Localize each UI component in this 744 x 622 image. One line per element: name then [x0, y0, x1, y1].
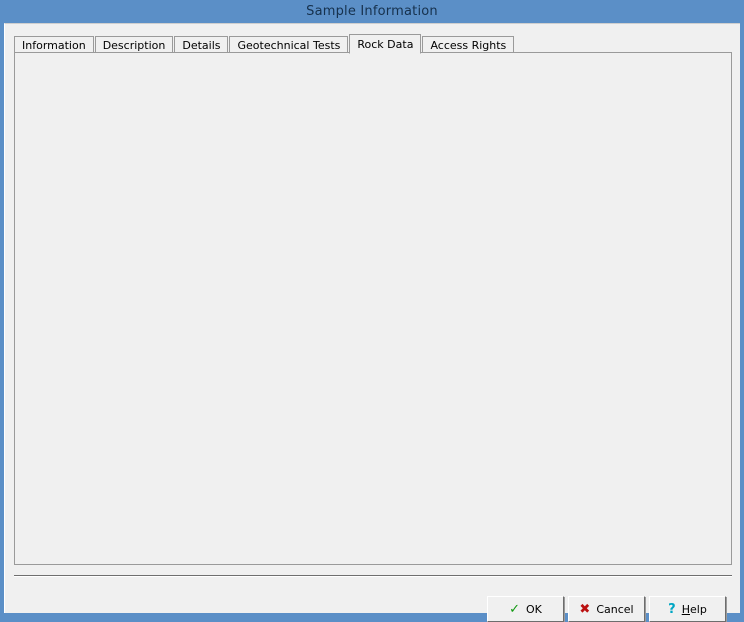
cancel-label: Cancel	[596, 603, 633, 616]
tab-label: Description	[103, 39, 166, 52]
tab-label: Access Rights	[430, 39, 506, 52]
help-button[interactable]: ? Help	[649, 596, 726, 622]
help-label-rest: elp	[690, 603, 707, 616]
question-mark-icon: ?	[668, 603, 676, 616]
tab-label: Geotechnical Tests	[237, 39, 340, 52]
dialog-body: Information Description Details Geotechn…	[4, 23, 740, 613]
window-title: Sample Information	[306, 4, 438, 19]
tab-information[interactable]: Information	[14, 36, 94, 53]
footer-separator	[14, 575, 732, 577]
close-icon: ✖	[579, 603, 590, 616]
tab-label: Information	[22, 39, 86, 52]
ok-button[interactable]: ✓ OK	[487, 596, 564, 622]
help-label-mnemonic: H	[682, 603, 690, 616]
tab-strip: Information Description Details Geotechn…	[14, 34, 515, 53]
tab-panel-rock-data	[14, 52, 732, 565]
tab-label: Details	[182, 39, 220, 52]
help-label: Help	[682, 603, 707, 616]
tab-label: Rock Data	[357, 38, 413, 51]
window-titlebar: Sample Information	[0, 0, 744, 23]
tab-geotechnical-tests[interactable]: Geotechnical Tests	[229, 36, 348, 53]
tab-description[interactable]: Description	[95, 36, 174, 53]
tab-access-rights[interactable]: Access Rights	[422, 36, 514, 53]
tab-rock-data[interactable]: Rock Data	[349, 34, 421, 54]
tab-details[interactable]: Details	[174, 36, 228, 53]
checkmark-icon: ✓	[509, 603, 520, 616]
ok-label: OK	[526, 603, 542, 616]
cancel-button[interactable]: ✖ Cancel	[568, 596, 645, 622]
